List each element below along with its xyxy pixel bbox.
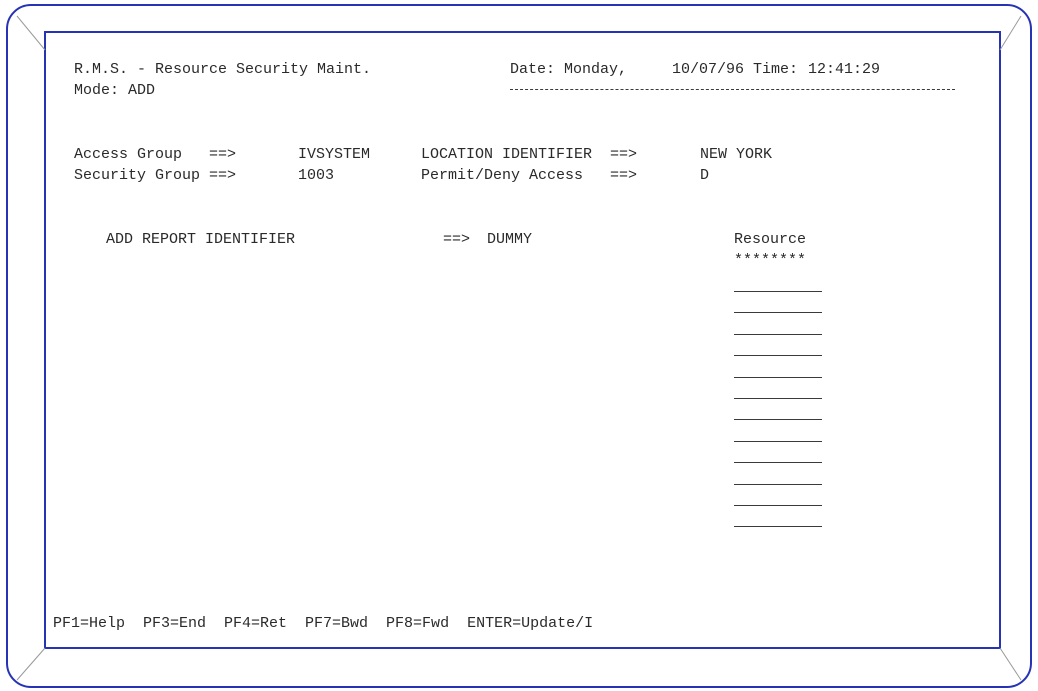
mode-value: ADD [128, 82, 156, 99]
date-day: Monday, [564, 61, 628, 78]
header-dashed-divider [510, 89, 955, 90]
date-label: Date: [510, 61, 556, 78]
time-label: Time: [753, 61, 799, 78]
resource-input-field[interactable] [734, 355, 822, 357]
resource-input-field[interactable] [734, 312, 822, 314]
location-identifier-label: LOCATION IDENTIFIER ==> [421, 146, 638, 163]
resource-input-field[interactable] [734, 291, 822, 292]
mode-label: Mode: [74, 82, 120, 99]
resource-mask: ******** [734, 252, 807, 269]
resource-input-field[interactable] [734, 333, 822, 335]
date-value: 10/07/96 [672, 61, 745, 78]
report-identifier-field[interactable]: DUMMY [487, 231, 532, 249]
resource-input-field[interactable] [734, 505, 822, 506]
terminal-frame [6, 4, 1032, 688]
time-value: 12:41:29 [808, 61, 881, 78]
report-identifier-label: ADD REPORT IDENTIFIER [106, 231, 296, 248]
report-identifier-arrow: ==> [443, 231, 471, 248]
security-group-field[interactable]: 1003 [298, 167, 334, 185]
security-group-label: Security Group ==> [74, 167, 237, 184]
resource-input-field[interactable] [734, 419, 822, 421]
resource-input-field[interactable] [734, 440, 822, 442]
resource-input-field[interactable] [734, 483, 822, 485]
screen-title: R.M.S. - Resource Security Maint. [74, 61, 372, 78]
permit-deny-field[interactable]: D [700, 167, 709, 185]
resource-header: Resource [734, 231, 807, 248]
function-key-bar: PF1=Help PF3=End PF4=Ret PF7=Bwd PF8=Fwd… [53, 615, 594, 632]
resource-input-field[interactable] [734, 376, 822, 378]
resource-input-field[interactable] [734, 526, 822, 528]
permit-deny-label: Permit/Deny Access ==> [421, 167, 638, 184]
resource-input-field[interactable] [734, 462, 822, 464]
resource-input-field[interactable] [734, 398, 822, 399]
access-group-field[interactable]: IVSYSTEM [298, 146, 370, 164]
location-identifier-field[interactable]: NEW YORK [700, 146, 772, 164]
access-group-label: Access Group ==> [74, 146, 237, 163]
